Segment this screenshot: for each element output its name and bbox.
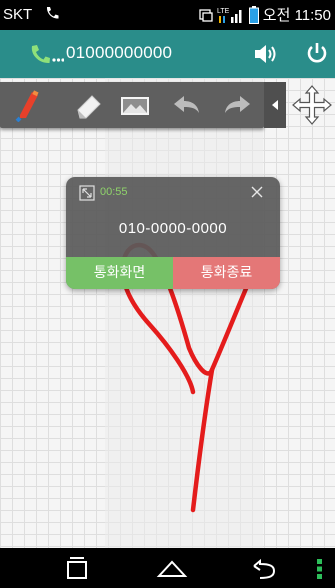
drawing-canvas[interactable] [0, 78, 335, 548]
active-call-icon [31, 45, 64, 64]
page-sheet [105, 78, 263, 548]
undo-icon[interactable] [170, 88, 204, 122]
image-icon[interactable] [118, 88, 152, 122]
navigation-bar [0, 548, 335, 588]
pen-icon[interactable] [14, 88, 48, 122]
home-icon[interactable] [155, 554, 189, 582]
speaker-icon[interactable] [253, 42, 279, 66]
close-icon[interactable] [249, 184, 265, 200]
resize-icon[interactable] [79, 185, 95, 201]
call-screen-button[interactable]: 통화화면 [66, 257, 173, 289]
end-call-button[interactable]: 통화종료 [173, 257, 280, 289]
call-popup: 00:55 010-0000-0000 통화화면 통화종료 [66, 177, 280, 289]
redo-icon[interactable] [220, 88, 254, 122]
recent-apps-icon[interactable] [60, 554, 94, 582]
network-type-label: LTE [217, 8, 230, 15]
call-status-icon [46, 7, 59, 19]
screen-mirror-icon [199, 8, 213, 22]
chevron-left-icon [272, 100, 278, 110]
back-icon[interactable] [248, 554, 282, 582]
popup-phone-number: 010-0000-0000 [118, 220, 228, 237]
call-bar: 01000000000 [0, 30, 335, 78]
call-timer: 00:55 [100, 186, 128, 198]
power-icon[interactable] [305, 41, 329, 65]
lte-signal-icon: LTE [217, 8, 242, 23]
toolbar-collapse-button[interactable] [264, 82, 286, 128]
battery-icon [248, 5, 259, 24]
carrier-label: SKT [3, 6, 33, 23]
menu-dots-icon[interactable] [316, 558, 324, 580]
move-icon[interactable] [292, 84, 332, 126]
status-bar: SKT LTE 오전 11:50 [0, 0, 335, 30]
drawing-toolbar [0, 82, 335, 132]
clock: 오전 11:50 [262, 7, 331, 24]
eraser-icon[interactable] [72, 88, 106, 122]
call-number: 01000000000 [66, 43, 173, 62]
